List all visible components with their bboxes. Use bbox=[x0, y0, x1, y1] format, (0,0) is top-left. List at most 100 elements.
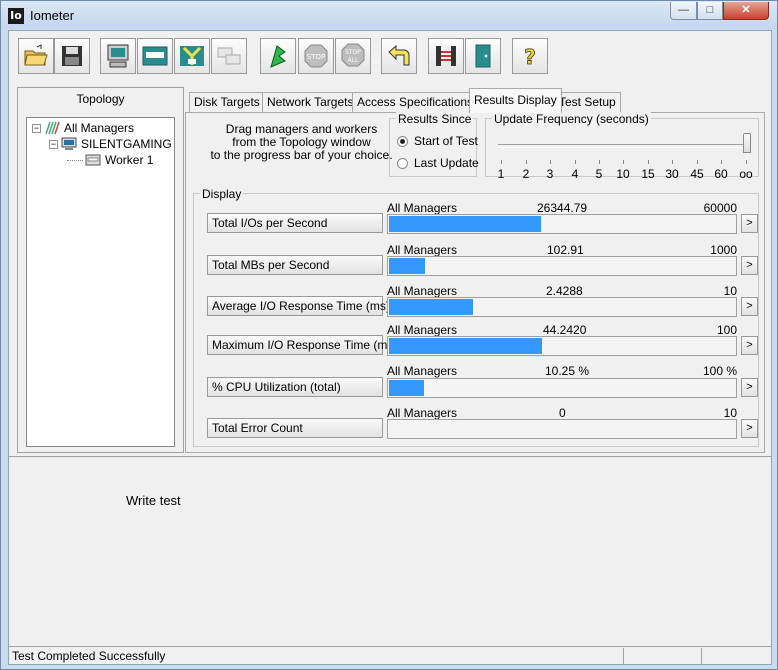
app-icon: Io bbox=[8, 8, 24, 24]
update-frequency-group: Update Frequency (seconds) 1 2 3 4 5 10 … bbox=[485, 112, 759, 181]
close-button[interactable]: ✕ bbox=[723, 2, 769, 20]
slider-tick bbox=[721, 160, 722, 164]
new-disk-worker-button[interactable] bbox=[137, 38, 173, 74]
new-network-worker-button[interactable] bbox=[174, 38, 210, 74]
metric-max: 1000 bbox=[710, 243, 737, 257]
tab-test-setup[interactable]: Test Setup bbox=[554, 92, 621, 112]
metric-max: 100 bbox=[716, 323, 737, 337]
slider-tick-label: 1 bbox=[497, 167, 505, 181]
metric-more-button[interactable]: > bbox=[741, 297, 758, 316]
metric-bar[interactable] bbox=[387, 214, 737, 234]
slider-tick-label: oo bbox=[739, 167, 753, 181]
metric-value: 102.91 bbox=[547, 243, 584, 257]
maximize-button[interactable]: □ bbox=[697, 2, 723, 20]
open-folder-icon bbox=[24, 44, 48, 66]
status-bar: Test Completed Successfully bbox=[9, 646, 771, 665]
slider-tick-label: 30 bbox=[665, 167, 679, 181]
tree-item-all-managers[interactable]: − All Managers bbox=[32, 120, 134, 136]
tab-access-specifications[interactable]: Access Specifications bbox=[352, 92, 479, 112]
topology-tree[interactable]: − All Managers − SILENTGAMING Worker 1 bbox=[26, 117, 175, 447]
all-managers-icon bbox=[45, 121, 60, 135]
tree-item-manager[interactable]: − SILENTGAMING bbox=[49, 136, 172, 152]
slider-thumb[interactable] bbox=[743, 133, 751, 153]
metric-select-button[interactable]: Average I/O Response Time (ms) bbox=[207, 296, 390, 316]
duplicate-worker-button[interactable] bbox=[211, 38, 247, 74]
about-button[interactable]: ? bbox=[512, 38, 548, 74]
metric-bar-fill bbox=[389, 338, 542, 354]
hint-line: to the progress bar of your choice. bbox=[210, 148, 393, 162]
metric-source: All Managers bbox=[387, 284, 458, 298]
radio-dot[interactable] bbox=[397, 157, 408, 169]
stop-all-button[interactable]: STOP ALL bbox=[335, 38, 371, 74]
metric-bar-fill bbox=[389, 299, 473, 315]
metric-bar[interactable] bbox=[387, 336, 737, 356]
metric-value: 26344.79 bbox=[537, 201, 588, 215]
metric-bar[interactable] bbox=[387, 419, 737, 439]
slider-tick-label: 3 bbox=[546, 167, 554, 181]
metric-select-button[interactable]: Total I/Os per Second bbox=[207, 213, 383, 233]
collapse-toggle[interactable]: − bbox=[49, 139, 58, 149]
results-since-label: Results Since bbox=[396, 112, 474, 126]
start-flag-icon bbox=[270, 45, 286, 68]
new-manager-icon bbox=[107, 44, 129, 68]
status-divider bbox=[623, 648, 624, 664]
title-bar[interactable]: Io Iometer — □ ✕ bbox=[1, 1, 777, 29]
computer-icon bbox=[61, 137, 77, 150]
start-button[interactable] bbox=[260, 38, 296, 74]
svg-text:STOP: STOP bbox=[345, 49, 361, 56]
display-label: Display bbox=[200, 187, 244, 201]
topology-label: Topology bbox=[76, 92, 125, 106]
metric-bar[interactable] bbox=[387, 256, 737, 276]
toolbar: STOP STOP ALL ? bbox=[9, 31, 771, 77]
metric-select-button[interactable]: Total Error Count bbox=[207, 418, 383, 438]
update-frequency-slider[interactable] bbox=[498, 144, 750, 148]
metric-bar[interactable] bbox=[387, 297, 737, 317]
metric-bar[interactable] bbox=[387, 378, 737, 398]
note-text: Write test bbox=[126, 493, 181, 508]
start-of-test-radio[interactable]: Start of Test bbox=[397, 134, 478, 148]
minimize-button[interactable]: — bbox=[670, 2, 697, 20]
window-title: Iometer bbox=[30, 8, 75, 23]
slider-tick-label: 60 bbox=[714, 167, 728, 181]
slider-tick bbox=[697, 160, 698, 164]
new-manager-button[interactable] bbox=[100, 38, 136, 74]
metric-value: 0 bbox=[559, 406, 566, 420]
metric-more-button[interactable]: > bbox=[741, 419, 758, 438]
tab-results-display[interactable]: Results Display bbox=[469, 88, 562, 113]
metric-select-button[interactable]: % CPU Utilization (total) bbox=[207, 377, 383, 397]
topology-panel: Topology − All Managers − SILENTGAMING W… bbox=[17, 87, 184, 453]
notes-area: Write test bbox=[9, 456, 771, 647]
slider-tick bbox=[550, 160, 551, 164]
tree-item-worker[interactable]: Worker 1 bbox=[67, 152, 153, 168]
metric-more-button[interactable]: > bbox=[741, 378, 758, 397]
slider-tick bbox=[501, 160, 502, 164]
tab-network-targets[interactable]: Network Targets bbox=[262, 92, 359, 112]
tab-disk-targets[interactable]: Disk Targets bbox=[189, 92, 265, 112]
slider-tick-label: 5 bbox=[595, 167, 603, 181]
disconnect-button[interactable] bbox=[428, 38, 464, 74]
radio-dot[interactable] bbox=[397, 135, 408, 147]
metric-source: All Managers bbox=[387, 364, 458, 378]
radio-label: Last Update bbox=[414, 156, 479, 170]
main-window: Io Iometer — □ ✕ STOP STOP ALL ? Topolog… bbox=[0, 0, 778, 670]
metric-max: 60000 bbox=[703, 201, 737, 215]
metric-select-button[interactable]: Maximum I/O Response Time (ms) bbox=[207, 335, 397, 355]
update-frequency-label: Update Frequency (seconds) bbox=[492, 112, 651, 126]
drag-hint: Drag managers and workers from the Topol… bbox=[204, 123, 399, 162]
metric-more-button[interactable]: > bbox=[741, 256, 758, 275]
slider-tick bbox=[623, 160, 624, 164]
metric-source: All Managers bbox=[387, 201, 458, 215]
save-button[interactable] bbox=[54, 38, 90, 74]
stop-button[interactable]: STOP bbox=[298, 38, 334, 74]
reset-workers-button[interactable] bbox=[381, 38, 417, 74]
open-button[interactable] bbox=[18, 38, 54, 74]
metric-select-button[interactable]: Total MBs per Second bbox=[207, 255, 383, 275]
metric-more-button[interactable]: > bbox=[741, 336, 758, 355]
slider-tick-label: 2 bbox=[522, 167, 530, 181]
exit-button[interactable] bbox=[465, 38, 501, 74]
tree-item-label: Worker 1 bbox=[105, 153, 154, 167]
reset-arrow-icon bbox=[388, 44, 410, 66]
metric-more-button[interactable]: > bbox=[741, 214, 758, 233]
collapse-toggle[interactable]: − bbox=[32, 123, 41, 133]
last-update-radio[interactable]: Last Update bbox=[397, 156, 479, 170]
